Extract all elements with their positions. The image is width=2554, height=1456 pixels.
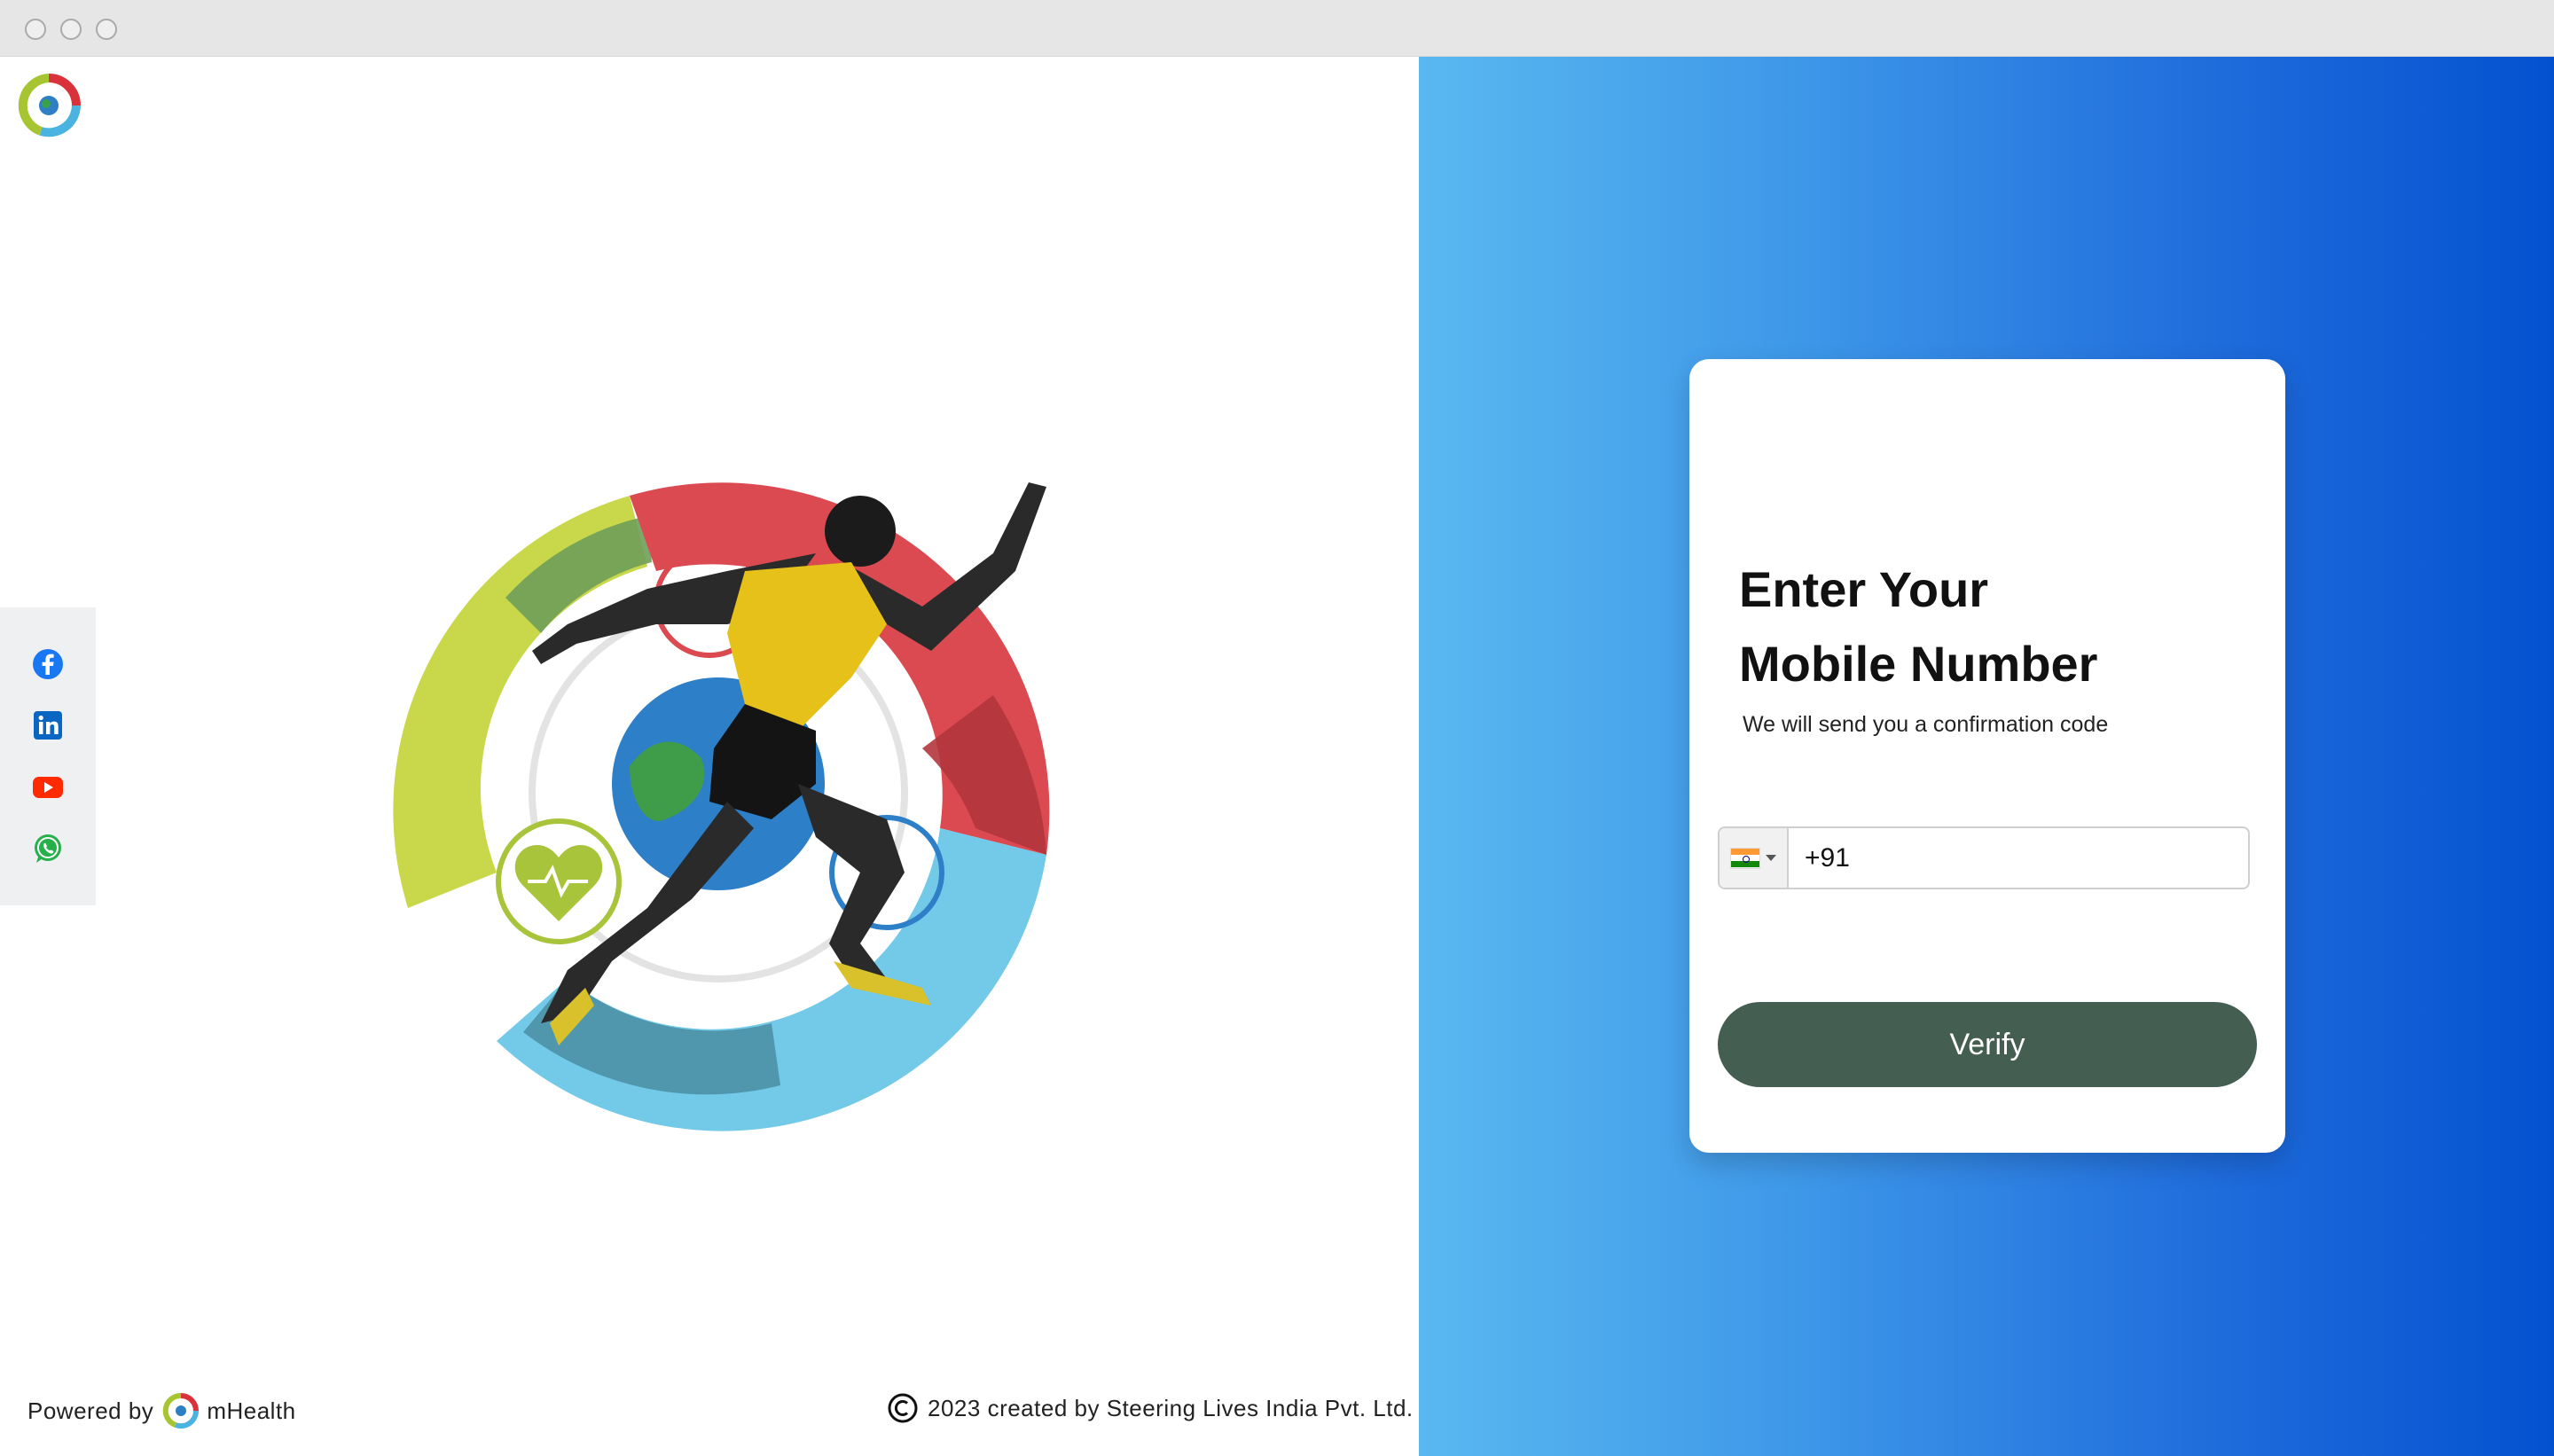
copyright-icon [888,1393,918,1423]
right-panel: Enter Your Mobile Number We will send yo… [1419,57,2554,1456]
youtube-icon[interactable] [31,771,65,804]
country-code-select[interactable] [1720,828,1789,888]
login-subtitle: We will send you a confirmation code [1743,712,2109,737]
login-title-line1: Enter Your [1739,561,1989,617]
powered-by-label: Powered by [27,1397,154,1424]
linkedin-icon[interactable] [31,708,65,742]
runner-health-illustration [393,482,1050,1131]
window-titlebar [0,0,2554,57]
window-close-button[interactable] [25,19,46,40]
phone-field [1718,826,2250,889]
verify-button[interactable]: Verify [1718,1002,2257,1087]
phone-number-input[interactable] [1789,828,2248,888]
login-card: Enter Your Mobile Number We will send yo… [1689,359,2285,1153]
login-title-line2: Mobile Number [1739,636,2098,692]
mhealth-mini-logo-icon [163,1392,200,1429]
whatsapp-icon[interactable] [31,832,65,865]
login-title: Enter Your Mobile Number [1739,552,2236,701]
chevron-down-icon [1766,855,1776,861]
left-panel: Powered by mHealth 2023 created by Steer… [0,57,1419,1456]
social-links-bar [0,607,96,905]
powered-by-brand: mHealth [207,1397,296,1424]
powered-by: Powered by mHealth [27,1392,296,1429]
window-minimize-button[interactable] [60,19,82,40]
copyright-notice: 2023 created by Steering Lives India Pvt… [887,1392,1414,1424]
window-maximize-button[interactable] [96,19,117,40]
copyright-text: 2023 created by Steering Lives India Pvt… [928,1394,1414,1421]
facebook-icon[interactable] [31,647,65,681]
india-flag-icon [1730,847,1760,869]
mhealth-logo-icon[interactable] [16,73,82,138]
